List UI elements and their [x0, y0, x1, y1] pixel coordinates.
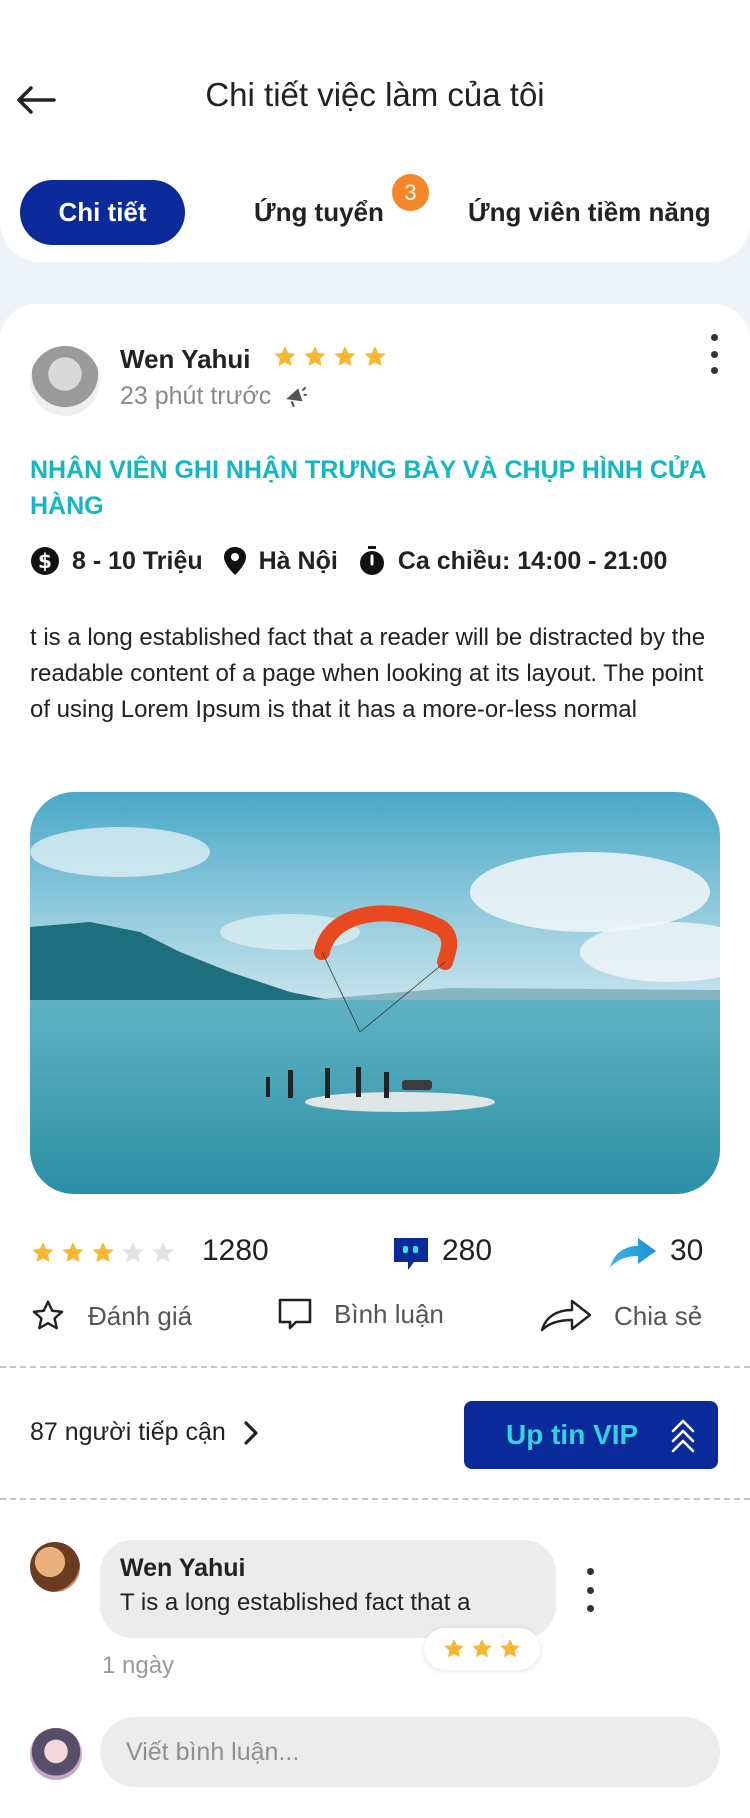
job-title[interactable]: NHÂN VIÊN GHI NHẬN TRƯNG BÀY VÀ CHỤP HÌN…: [30, 452, 720, 524]
shift: Ca chiều: 14:00 - 21:00: [358, 546, 668, 576]
post-time: 23 phút trước: [120, 382, 309, 411]
comment-time: 1 ngày: [102, 1652, 175, 1679]
location: Hà Nội: [223, 546, 338, 576]
star-icon: [32, 1242, 54, 1263]
star-outline-icon: [32, 1300, 64, 1330]
rating-count: 1280: [202, 1234, 269, 1267]
svg-text:$: $: [38, 549, 52, 573]
star-icon: [444, 1639, 464, 1658]
double-chevron-up-icon: [671, 1419, 695, 1453]
rate-button[interactable]: Đánh giá: [30, 1298, 192, 1334]
star-icon: [364, 346, 386, 367]
share-count: 30: [670, 1234, 704, 1267]
tab-potential-candidates[interactable]: Ứng viên tiềm năng: [468, 180, 711, 245]
avatar[interactable]: [30, 346, 100, 416]
reach-link[interactable]: 87 người tiếp cận: [30, 1418, 262, 1447]
star-icon: [500, 1639, 520, 1658]
star-icon: [274, 346, 296, 367]
commenter-avatar[interactable]: [30, 1542, 80, 1592]
tab-applications[interactable]: Ứng tuyển: [254, 180, 384, 245]
vip-button-label: Up tin VIP: [506, 1419, 639, 1450]
rating-stars: [30, 1240, 176, 1266]
chevron-right-icon: [244, 1420, 258, 1445]
author-rating: [272, 344, 388, 370]
divider: [0, 1366, 750, 1368]
share-label: Chia sẻ: [614, 1300, 703, 1331]
rate-label: Đánh giá: [88, 1300, 193, 1331]
star-icon: [92, 1242, 114, 1263]
commenter-name: Wen Yahui: [120, 1554, 246, 1582]
comment-menu-button[interactable]: [578, 1568, 602, 1612]
star-empty-icon: [152, 1242, 174, 1263]
share-arrow-icon: [610, 1238, 656, 1268]
tab-details[interactable]: Chi tiết: [20, 180, 185, 245]
star-icon: [472, 1639, 492, 1658]
star-empty-icon: [122, 1242, 144, 1263]
comment-outline-icon: [278, 1298, 312, 1330]
star-icon: [62, 1242, 84, 1263]
location-pin-icon: [223, 547, 246, 575]
comment-text: T is a long established fact that a: [120, 1589, 471, 1616]
job-description: t is a long established fact that a read…: [30, 624, 706, 723]
star-icon: [334, 346, 356, 367]
shift-text: Ca chiều: 14:00 - 21:00: [397, 546, 668, 575]
author-name[interactable]: Wen Yahui: [120, 344, 251, 375]
share-button[interactable]: Chia sẻ: [540, 1298, 702, 1334]
salary-text: 8 - 10 Triệu: [72, 546, 203, 575]
my-avatar: [30, 1728, 82, 1780]
location-text: Hà Nội: [258, 546, 338, 575]
reach-text: 87 người tiếp cận: [30, 1418, 226, 1446]
salary: $ 8 - 10 Triệu: [30, 546, 203, 576]
post-menu-button[interactable]: [700, 330, 728, 378]
stopwatch-icon: [359, 546, 384, 575]
page-title: Chi tiết việc làm của tôi: [205, 76, 545, 113]
comment-count: 280: [442, 1234, 493, 1267]
post-time-text: 23 phút trước: [120, 382, 272, 410]
share-outline-icon: [540, 1299, 592, 1332]
comment-input[interactable]: [100, 1717, 720, 1787]
comment-bubble[interactable]: Wen Yahui T is a long established fact t…: [100, 1540, 556, 1638]
megaphone-icon: [286, 386, 308, 407]
job-photo[interactable]: [30, 792, 720, 1194]
comment-button[interactable]: Bình luận: [278, 1298, 444, 1330]
up-vip-button[interactable]: Up tin VIP: [464, 1401, 718, 1469]
divider: [0, 1498, 750, 1500]
applications-count-badge: 3: [392, 174, 429, 211]
dollar-icon: $: [31, 547, 59, 575]
paragliding-lake-image: [30, 792, 720, 1194]
comment-bubble-icon: [394, 1238, 428, 1270]
star-icon: [304, 346, 326, 367]
job-meta: $ 8 - 10 Triệu Hà Nội Ca chiều: 14:00 - …: [30, 546, 687, 576]
comment-rating: [424, 1628, 540, 1670]
comment-label: Bình luận: [334, 1298, 444, 1329]
